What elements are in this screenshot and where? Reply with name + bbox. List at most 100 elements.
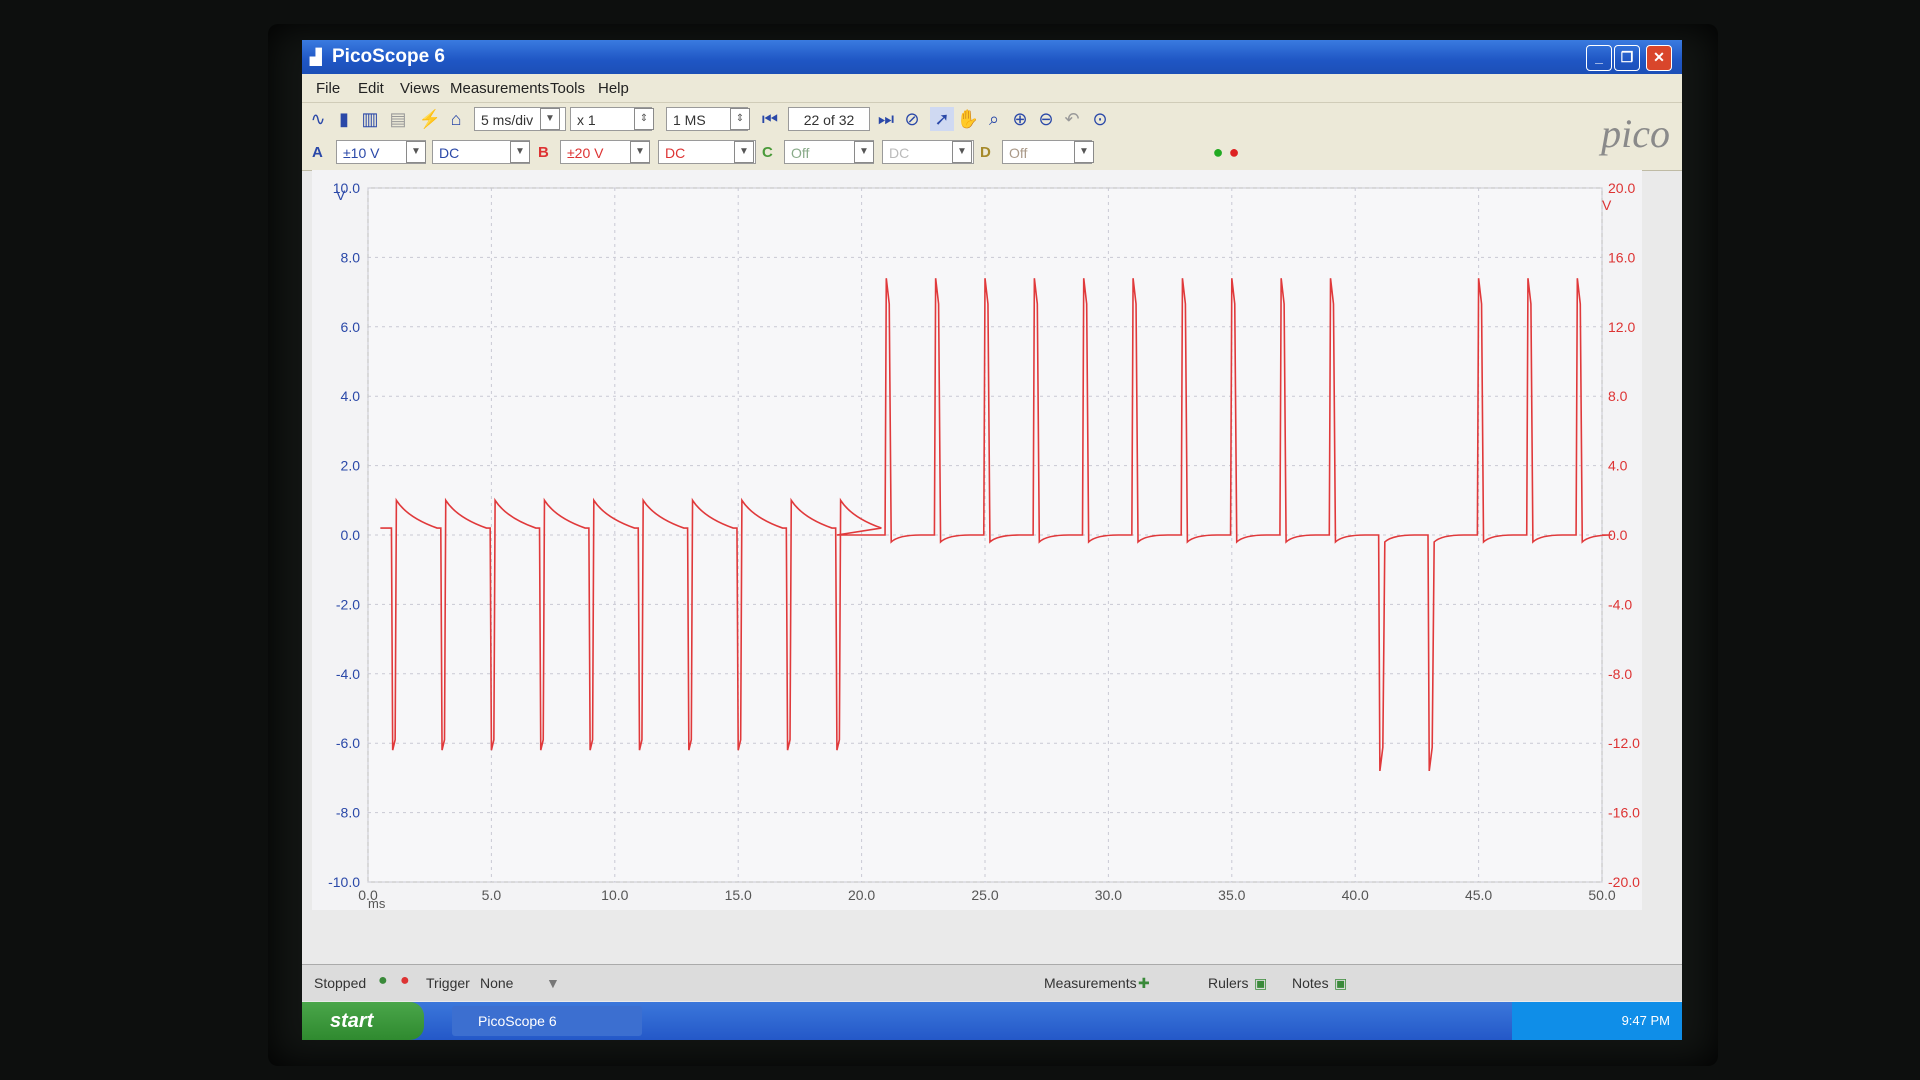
trigger-label: Trigger (426, 975, 470, 991)
minimize-button[interactable]: _ (1586, 45, 1612, 71)
right-axis-ticks: 20.016.012.08.04.00.0-4.0-8.0-12.0-16.0-… (1608, 180, 1640, 890)
menu-tools[interactable]: Tools (550, 80, 585, 97)
x-axis-unit: ms (368, 896, 386, 910)
x-axis-tick-label: 20.0 (848, 887, 875, 903)
scope-chart[interactable]: 10.0 8.0 6.0 4.0 2.0 0.0 -2.0 -4.0 -6.0 -8.0 -10.0… (312, 170, 1642, 911)
left-axis-tick-label: 0.0 (341, 527, 361, 543)
x-axis-tick-label: 40.0 (1342, 887, 1369, 903)
window-title: PicoScope 6 (332, 46, 445, 67)
x-axis-tick-label: 35.0 (1218, 887, 1245, 903)
taskbar: start PicoScope 6 9:47 PM (302, 1002, 1682, 1040)
persistence-mode-icon[interactable]: ▮ (332, 107, 356, 131)
samples-stepper[interactable]: ⇕ (730, 108, 750, 130)
left-axis-tick-label: -8.0 (336, 805, 360, 821)
measurements-button[interactable]: Measurements (1044, 975, 1137, 991)
x-axis-tick-label: 10.0 (601, 887, 628, 903)
title-bar: ▟ PicoScope 6 _ ❐ ✕ (302, 40, 1682, 74)
channel-d-label: D (980, 144, 991, 161)
x-axis-tick-label: 5.0 (482, 887, 502, 903)
zoom-tool-icon[interactable]: ⌕ (982, 107, 1006, 131)
zoom-in-icon[interactable]: ⊕ (1008, 107, 1032, 131)
next-buffer-icon[interactable]: ⏭ (874, 107, 898, 131)
right-axis-tick-label: 4.0 (1608, 458, 1628, 474)
pointer-tool-icon[interactable]: ➚ (930, 107, 954, 131)
right-axis-tick-label: 8.0 (1608, 388, 1628, 404)
left-axis-ticks: 10.08.06.04.02.00.0-2.0-4.0-6.0-8.0-10.0 (328, 180, 360, 890)
left-axis-tick-label: 8.0 (341, 249, 361, 265)
close-button[interactable]: ✕ (1646, 45, 1672, 71)
left-axis-tick-label: -6.0 (336, 735, 360, 751)
trigger-mode[interactable]: None (480, 975, 513, 991)
clock: 9:47 PM (1621, 1013, 1670, 1028)
previous-buffer-icon[interactable]: ⏮ (758, 107, 782, 131)
scope-mode-icon[interactable]: ∿ (306, 107, 330, 131)
chevron-down-icon[interactable]: ▼ (510, 141, 530, 163)
x-axis-tick-label: 45.0 (1465, 887, 1492, 903)
rulers-button[interactable]: Rulers (1208, 975, 1248, 991)
chevron-down-icon[interactable]: ▼ (854, 141, 874, 163)
right-axis-tick-label: 16.0 (1608, 249, 1635, 265)
chevron-down-icon[interactable]: ▼ (406, 141, 426, 163)
main-toolbar: ∿ ▮ ▥ ▤ ⚡ ⌂ 5 ms/div ▼ x 1 ⇕ 1 MS ⇕ ⏮ 22… (302, 102, 1682, 137)
left-axis-tick-label: 2.0 (341, 458, 361, 474)
screen: ▟ PicoScope 6 _ ❐ ✕ File Edit Views Meas… (302, 40, 1682, 1040)
add-measurement-icon[interactable]: ✚ (1138, 975, 1150, 992)
notes-button[interactable]: Notes (1292, 975, 1329, 991)
right-axis-tick-label: 12.0 (1608, 319, 1635, 335)
start-button[interactable]: start (302, 1002, 424, 1040)
app-icon: ▟ (310, 49, 322, 66)
channel-c-label: C (762, 144, 773, 161)
left-axis-tick-label: -2.0 (336, 596, 360, 612)
menu-edit[interactable]: Edit (358, 80, 384, 97)
x-axis-tick-label: 30.0 (1095, 887, 1122, 903)
channel-b-label: B (538, 144, 549, 161)
channel-a-label: A (312, 144, 323, 161)
chevron-down-icon[interactable]: ▼ (1074, 141, 1094, 163)
right-axis-tick-label: -16.0 (1608, 805, 1640, 821)
zoom-fit-icon[interactable]: ⊙ (1088, 107, 1112, 131)
channel-toolbar: A ±10 V ▼ DC ▼ B ±20 V ▼ DC ▼ C Off ▼ DC… (302, 136, 1682, 171)
undo-zoom-icon[interactable]: ↶ (1060, 107, 1084, 131)
probe-icon[interactable]: ⚡ (418, 107, 442, 131)
taskbar-item-picoscope[interactable]: PicoScope 6 (452, 1006, 642, 1036)
stop-icon[interactable]: ● (400, 972, 410, 990)
add-view-icon[interactable]: ▤ (386, 107, 410, 131)
chevron-down-icon[interactable]: ▼ (540, 108, 560, 130)
left-axis-tick-label: -4.0 (336, 666, 360, 682)
right-axis-unit: V (1602, 197, 1612, 213)
left-axis-unit: V (336, 187, 346, 203)
menu-help[interactable]: Help (598, 80, 629, 97)
right-axis-tick-label: -4.0 (1608, 596, 1632, 612)
channel-colors-icon-2[interactable]: ● (1222, 140, 1246, 164)
menu-file[interactable]: File (316, 80, 340, 97)
run-icon[interactable]: ● (378, 972, 388, 990)
left-axis-tick-label: 4.0 (341, 388, 361, 404)
menu-views[interactable]: Views (400, 80, 440, 97)
rulers-icon[interactable]: ▣ (1254, 975, 1267, 992)
left-axis-tick-label: 6.0 (341, 319, 361, 335)
chevron-down-icon[interactable]: ▼ (734, 141, 754, 163)
buffer-navigator-icon[interactable]: ⊘ (900, 107, 924, 131)
right-axis-tick-label: -12.0 (1608, 735, 1640, 751)
pico-logo: pico (1601, 111, 1670, 156)
right-axis-tick-label: -8.0 (1608, 666, 1632, 682)
x-axis-tick-label: 15.0 (725, 887, 752, 903)
zoom-out-icon[interactable]: ⊖ (1034, 107, 1058, 131)
chevron-down-icon[interactable]: ▼ (630, 141, 650, 163)
scope-plot-area[interactable]: 10.0 8.0 6.0 4.0 2.0 0.0 -2.0 -4.0 -6.0 -8.0 -10.0… (312, 170, 1642, 911)
notes-icon[interactable]: ▣ (1334, 975, 1347, 992)
right-axis-tick-label: 20.0 (1608, 180, 1635, 196)
x-axis-ticks: 0.0 5.0 10.0 15.0 20.0 25.0 30.0 35.0 40.0 45.0 50… (358, 887, 1616, 903)
system-tray: 9:47 PM (1512, 1002, 1682, 1040)
left-axis-tick-label: -10.0 (328, 874, 360, 890)
zoom-stepper[interactable]: ⇕ (634, 108, 654, 130)
hand-tool-icon[interactable]: ✋ (956, 107, 980, 131)
home-icon[interactable]: ⌂ (444, 107, 468, 131)
menu-bar: File Edit Views Measurements Tools Help (302, 74, 1682, 102)
chevron-down-icon[interactable]: ▼ (952, 141, 972, 163)
status-bar: Stopped ● ● Trigger None ▼ Measurements … (302, 964, 1682, 1001)
chevron-down-icon[interactable]: ▼ (546, 975, 560, 991)
spectrum-mode-icon[interactable]: ▥ (358, 107, 382, 131)
maximize-button[interactable]: ❐ (1614, 45, 1640, 71)
menu-measurements[interactable]: Measurements (450, 80, 549, 97)
